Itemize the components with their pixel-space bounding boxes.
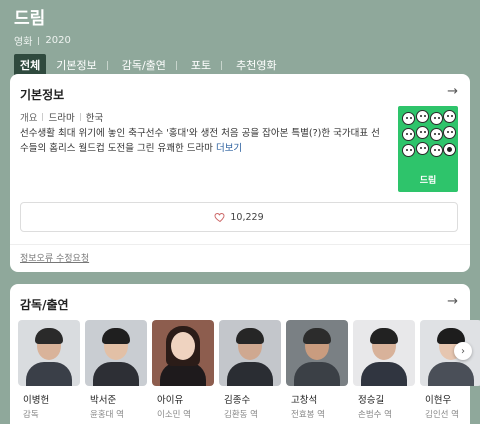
- face-icon: [416, 110, 429, 123]
- synopsis-text: 선수생활 최대 위기에 놓인 축구선수 '홍대'와 생전 처음 공을 잡아본 특…: [20, 128, 380, 154]
- tab-recommend[interactable]: 추천영화: [230, 54, 282, 76]
- synopsis: 선수생활 최대 위기에 놓인 축구선수 '홍대'와 생전 처음 공을 잡아본 특…: [20, 126, 388, 156]
- cast-title: 감독/출연: [20, 298, 69, 312]
- tab-divider: [221, 60, 223, 70]
- person-photo: [85, 320, 147, 386]
- person-role: 손범수 역: [358, 410, 392, 420]
- person-role: 윤홍대 역: [90, 410, 124, 420]
- heart-icon: [214, 212, 225, 223]
- tag-divider: [42, 113, 44, 121]
- overview-label: 개요: [20, 113, 38, 124]
- tab-director-cast[interactable]: 감독/출연: [116, 54, 172, 76]
- face-icon: [402, 128, 415, 141]
- cast-item[interactable]: 이병헌 감독: [18, 320, 80, 420]
- person-role: 김인선 역: [425, 410, 459, 420]
- movie-poster[interactable]: 드림: [398, 106, 458, 192]
- year-label: 2020: [45, 35, 71, 46]
- tab-all[interactable]: 전체: [14, 54, 47, 76]
- person-photo: [286, 320, 348, 386]
- face-icon: [430, 112, 443, 125]
- like-button[interactable]: 10,229: [20, 202, 458, 232]
- cast-item[interactable]: 고창석 전효봉 역: [286, 320, 348, 420]
- info-tags: 개요 드라마 한국: [20, 110, 103, 124]
- person-role: 전효봉 역: [291, 410, 325, 420]
- person-photo: [353, 320, 415, 386]
- cast-card: 감독/출연 → 이병헌 감독 박서준 윤홍대 역 아이유 이소민 역 김종수 김…: [10, 284, 480, 424]
- poster-title: 드림: [419, 176, 437, 186]
- chevron-right-icon[interactable]: ›: [454, 342, 472, 360]
- person-photo: [18, 320, 80, 386]
- more-link[interactable]: 더보기: [216, 143, 242, 154]
- face-icon: [402, 144, 415, 157]
- header: 드림 영화 2020 전체 기본정보 감독/출연 포토 추천영화: [0, 0, 480, 76]
- tab-basic-info[interactable]: 기본정보: [50, 54, 102, 76]
- person-photo: [219, 320, 281, 386]
- cast-list: 이병헌 감독 박서준 윤홍대 역 아이유 이소민 역 김종수 김환동 역 고창석…: [18, 320, 480, 420]
- category-label: 영화: [14, 37, 33, 48]
- cast-item[interactable]: 김종수 김환동 역: [219, 320, 281, 420]
- page-title: 드림: [14, 9, 46, 29]
- face-icon: [430, 128, 443, 141]
- arrow-right-icon[interactable]: →: [447, 294, 458, 309]
- person-name: 정승길: [358, 395, 385, 406]
- face-icon: [443, 110, 456, 123]
- cast-item[interactable]: 박서준 윤홍대 역: [85, 320, 147, 420]
- basic-info-card: 기본정보 → 개요 드라마 한국 선수생활 최대 위기에 놓인 축구선수 '홍대…: [10, 74, 470, 272]
- person-name: 이병헌: [23, 395, 50, 406]
- report-error-link[interactable]: 정보오류 수정요청: [20, 251, 89, 264]
- person-name: 김종수: [224, 395, 251, 406]
- person-photo: [152, 320, 214, 386]
- meta-divider: [38, 36, 40, 45]
- cast-item[interactable]: 아이유 이소민 역: [152, 320, 214, 420]
- country-label: 한국: [85, 113, 104, 124]
- person-name: 아이유: [157, 395, 184, 406]
- person-name: 박서준: [90, 395, 117, 406]
- person-name: 고창석: [291, 395, 318, 406]
- soccer-ball-icon: [443, 143, 456, 156]
- face-icon: [402, 112, 415, 125]
- person-role: 감독: [23, 410, 39, 420]
- cast-item[interactable]: 정승길 손범수 역: [353, 320, 415, 420]
- tag-divider: [79, 113, 81, 121]
- arrow-right-icon[interactable]: →: [447, 84, 458, 99]
- person-role: 김환동 역: [224, 410, 258, 420]
- divider: [10, 244, 470, 245]
- face-icon: [416, 126, 429, 139]
- face-icon: [430, 144, 443, 157]
- person-name: 이현우: [425, 395, 452, 406]
- like-count: 10,229: [230, 211, 264, 223]
- tab-bar: 전체 기본정보 감독/출연 포토 추천영화: [14, 54, 466, 76]
- person-role: 이소민 역: [157, 410, 191, 420]
- cast-item[interactable]: 이현우 김인선 역: [420, 320, 480, 420]
- movie-meta: 영화 2020: [14, 33, 466, 48]
- tab-divider: [175, 60, 177, 70]
- tab-photo[interactable]: 포토: [185, 54, 217, 76]
- face-icon: [443, 126, 456, 139]
- face-icon: [416, 142, 429, 155]
- genre-label: 드라마: [48, 113, 75, 124]
- basic-info-title: 기본정보: [20, 88, 65, 102]
- tab-divider: [106, 60, 108, 70]
